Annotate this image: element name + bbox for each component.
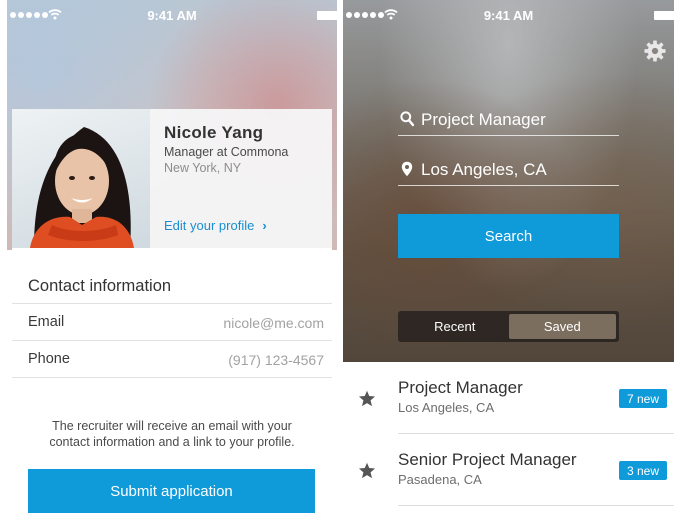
tab-recent[interactable]: Recent xyxy=(401,314,509,339)
new-count-badge[interactable]: 7 new xyxy=(619,389,668,408)
submit-application-button[interactable]: Submit application xyxy=(28,469,315,513)
contact-heading: Contact information xyxy=(28,277,172,295)
profile-name: Nicole Yang xyxy=(164,123,264,142)
saved-search-item[interactable]: Project Manager Los Angeles, CA 7 new xyxy=(343,362,674,432)
location-search-field[interactable] xyxy=(398,156,619,186)
star-icon[interactable] xyxy=(358,462,376,479)
saved-search-location: Pasadena, CA xyxy=(398,472,482,487)
recruiter-note: The recruiter will receive an email with… xyxy=(49,419,295,449)
contact-information-section: Contact information Email nicole@me.com … xyxy=(12,248,332,520)
phone-value: (917) 123-4567 xyxy=(228,352,324,368)
avatar xyxy=(30,127,134,248)
saved-search-title: Senior Project Manager xyxy=(398,450,577,469)
profile-location: New York, NY xyxy=(164,161,242,175)
location-input[interactable] xyxy=(421,156,617,184)
keyword-search-field[interactable] xyxy=(398,106,619,136)
profile-job-title: Manager at Commona xyxy=(164,145,289,159)
divider xyxy=(398,505,674,506)
battery-icon xyxy=(317,11,337,20)
contact-row-phone: Phone (917) 123-4567 xyxy=(12,341,332,378)
location-pin-icon xyxy=(401,161,413,177)
edit-profile-link[interactable]: Edit your profile › xyxy=(164,218,267,233)
chevron-right-icon: › xyxy=(262,218,267,233)
profile-photo xyxy=(12,109,150,248)
saved-search-location: Los Angeles, CA xyxy=(398,400,495,415)
apply-screen: 9:41 AM Nicole Yang Manager at Commona N… xyxy=(7,0,337,520)
status-bar: 9:41 AM xyxy=(343,0,674,30)
phone-label: Phone xyxy=(28,351,70,367)
search-screen: 9:41 AM Search Recent xyxy=(343,0,674,520)
status-time: 9:41 AM xyxy=(147,8,197,23)
edit-profile-label: Edit your profile xyxy=(164,218,255,233)
email-label: Email xyxy=(28,314,65,330)
tab-saved[interactable]: Saved xyxy=(508,314,616,339)
star-icon[interactable] xyxy=(358,390,376,407)
saved-search-item[interactable]: Senior Project Manager Pasadena, CA 3 ne… xyxy=(343,434,674,504)
status-bar: 9:41 AM xyxy=(7,0,337,30)
saved-search-title: Project Manager xyxy=(398,378,523,397)
profile-card: Nicole Yang Manager at Commona New York,… xyxy=(12,109,332,248)
new-count-badge[interactable]: 3 new xyxy=(619,461,668,480)
recent-saved-toggle: Recent Saved xyxy=(398,311,619,342)
contact-row-email: Email nicole@me.com xyxy=(12,304,332,341)
keyword-input[interactable] xyxy=(421,106,617,134)
gear-icon[interactable] xyxy=(644,40,666,62)
status-time: 9:41 AM xyxy=(483,8,534,23)
divider xyxy=(12,377,332,378)
search-icon xyxy=(400,111,414,127)
battery-icon xyxy=(654,11,674,20)
search-button[interactable]: Search xyxy=(398,214,619,258)
email-value: nicole@me.com xyxy=(223,315,324,331)
